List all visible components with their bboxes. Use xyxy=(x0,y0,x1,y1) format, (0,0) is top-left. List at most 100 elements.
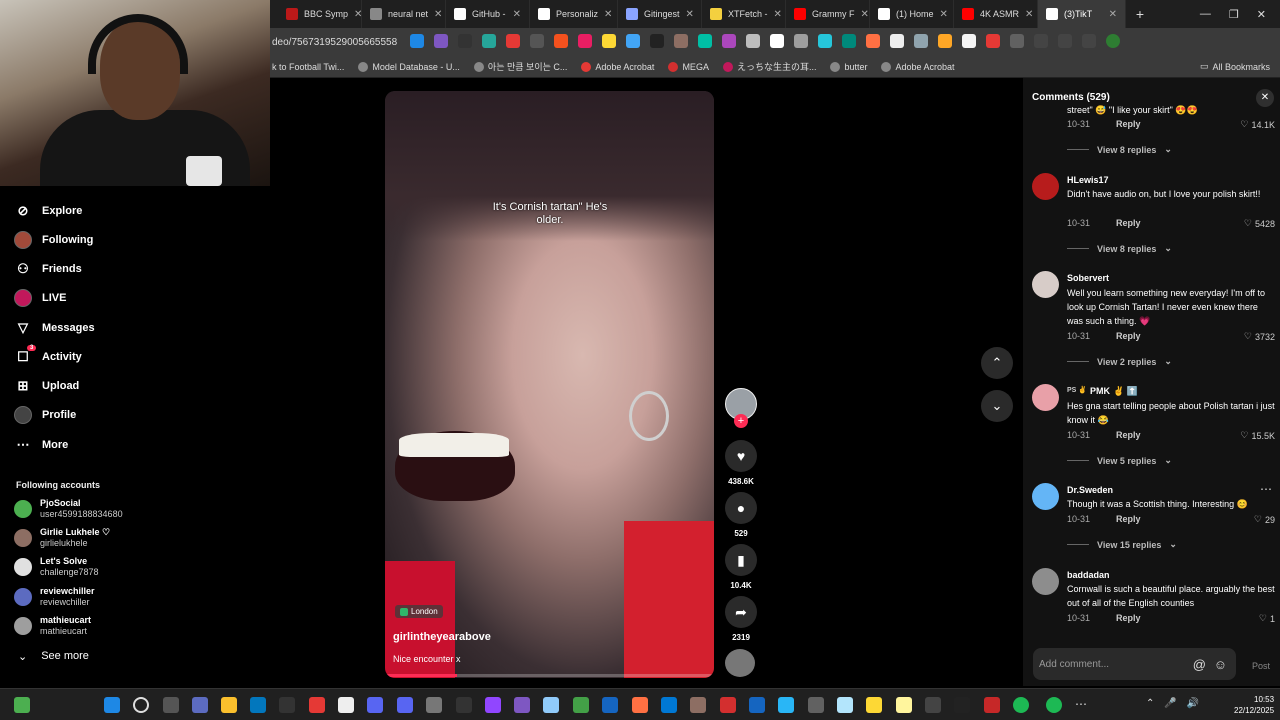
file-explorer-icon[interactable] xyxy=(221,697,237,713)
maximize-button[interactable]: ❐ xyxy=(1229,8,1239,21)
more-options-icon[interactable]: ⋯ xyxy=(1260,482,1272,496)
photoshop-icon[interactable] xyxy=(749,697,765,713)
task-view-icon[interactable] xyxy=(163,697,179,713)
next-video-button[interactable]: ⌄ xyxy=(981,390,1013,422)
reply-button[interactable]: Reply xyxy=(1116,331,1141,341)
view-replies-button[interactable]: View 2 replies ⌄ xyxy=(1067,356,1172,367)
comment-avatar[interactable] xyxy=(1032,384,1059,411)
close-tab-icon[interactable]: ✕ xyxy=(774,9,782,20)
reply-button[interactable]: Reply xyxy=(1116,119,1141,129)
bookmark[interactable]: Adobe Acrobat xyxy=(581,61,654,72)
extension-icon[interactable] xyxy=(962,34,976,48)
extension-icon[interactable] xyxy=(482,34,496,48)
extension-icon[interactable] xyxy=(410,34,424,48)
browser-tab[interactable]: (3)TikT ✕ xyxy=(1038,0,1126,28)
close-tab-icon[interactable]: ✕ xyxy=(604,9,612,20)
comment-avatar[interactable] xyxy=(1032,483,1059,510)
close-tab-icon[interactable]: ✕ xyxy=(434,9,442,20)
previous-video-button[interactable]: ⌃ xyxy=(981,347,1013,379)
nav-explore[interactable]: ⊘ Explore xyxy=(14,202,83,220)
comment-like-button[interactable]: ♡ 15.5K xyxy=(1240,430,1275,441)
reply-button[interactable]: Reply xyxy=(1116,218,1141,228)
nav-upload[interactable]: ⊞ Upload xyxy=(14,377,80,395)
browser-tab[interactable]: Grammy F ✕ xyxy=(786,0,870,28)
extension-icon[interactable] xyxy=(770,34,784,48)
star-icon[interactable] xyxy=(1034,34,1048,48)
chrome-icon[interactable] xyxy=(309,697,325,713)
app-icon[interactable] xyxy=(514,697,530,713)
extension-icon[interactable] xyxy=(698,34,712,48)
extension-icon[interactable] xyxy=(650,34,664,48)
close-tab-icon[interactable]: ✕ xyxy=(861,9,869,20)
minimize-button[interactable]: — xyxy=(1200,8,1211,21)
clock[interactable]: 10:53 22/12/2025 xyxy=(1234,694,1274,716)
app-icon[interactable] xyxy=(456,697,472,713)
new-tab-button[interactable]: + xyxy=(1126,6,1154,22)
music-disc[interactable] xyxy=(725,649,755,677)
app-icon[interactable] xyxy=(837,697,853,713)
teams-icon[interactable] xyxy=(192,697,208,713)
start-icon[interactable] xyxy=(104,697,120,713)
bookmark[interactable]: Model Database - U... xyxy=(358,61,460,72)
browser-tab[interactable]: BBC Symp ✕ xyxy=(278,0,362,28)
url-field[interactable]: deo/7567319529005665558 xyxy=(272,37,397,48)
media-icon[interactable] xyxy=(1082,34,1096,48)
comment-username[interactable]: baddadan xyxy=(1067,570,1110,580)
telegram-icon[interactable] xyxy=(778,697,794,713)
widgets-icon[interactable] xyxy=(14,697,30,713)
video-player[interactable]: It's Cornish tartan" He's older. London … xyxy=(385,91,714,678)
view-replies-button[interactable]: View 15 replies ⌄ xyxy=(1067,539,1177,550)
reply-button[interactable]: Reply xyxy=(1116,613,1141,623)
close-tab-icon[interactable]: ✕ xyxy=(1025,9,1033,20)
puzzle-icon[interactable] xyxy=(1010,34,1024,48)
view-replies-button[interactable]: View 8 replies ⌄ xyxy=(1067,144,1172,155)
volume-icon[interactable]: 🔊 xyxy=(1187,698,1199,709)
following-account[interactable]: Let's Solve challenge7878 xyxy=(14,556,99,578)
nav-following[interactable]: Following xyxy=(14,231,93,249)
app-icon[interactable] xyxy=(925,697,941,713)
notepad-icon[interactable] xyxy=(338,697,354,713)
app-icon[interactable] xyxy=(602,697,618,713)
like-button[interactable]: ♥ xyxy=(725,440,757,472)
extension-icon[interactable] xyxy=(602,34,616,48)
app-icon[interactable] xyxy=(279,697,295,713)
comment-like-button[interactable]: ♡ 1 xyxy=(1259,613,1275,624)
extension-icon[interactable] xyxy=(818,34,832,48)
comment-like-button[interactable]: ♡ 29 xyxy=(1254,514,1275,525)
extension-icon[interactable] xyxy=(578,34,592,48)
app-icon[interactable] xyxy=(573,697,589,713)
extension-icon[interactable] xyxy=(842,34,856,48)
comment-avatar[interactable] xyxy=(1032,173,1059,200)
bookmark[interactable]: 아는 만큼 보이는 C... xyxy=(473,60,567,73)
extension-icon[interactable] xyxy=(626,34,640,48)
extension-icon[interactable] xyxy=(506,34,520,48)
discord-icon[interactable] xyxy=(367,697,383,713)
more-icon[interactable]: ⋯ xyxy=(1075,697,1091,713)
close-tab-icon[interactable]: ✕ xyxy=(354,9,361,20)
profile-avatar[interactable] xyxy=(1106,34,1120,48)
extension-icon[interactable] xyxy=(866,34,880,48)
chevron-up-icon[interactable]: ⌃ xyxy=(1146,698,1154,709)
see-more-button[interactable]: ⌄ See more xyxy=(18,650,89,663)
mention-icon[interactable]: @ xyxy=(1193,657,1206,672)
comment-like-button[interactable]: ♡ 14.1K xyxy=(1240,119,1275,130)
extension-icon[interactable] xyxy=(794,34,808,48)
app-icon[interactable] xyxy=(866,697,882,713)
browser-tab[interactable]: neural net ✕ xyxy=(362,0,446,28)
nav-friends[interactable]: ⚇ Friends xyxy=(14,260,82,278)
extension-icon[interactable] xyxy=(914,34,928,48)
follow-plus-button[interactable]: + xyxy=(734,414,748,428)
reply-button[interactable]: Reply xyxy=(1116,430,1141,440)
all-bookmarks-button[interactable]: ▭ All Bookmarks xyxy=(1200,61,1270,72)
notes-icon[interactable] xyxy=(896,697,912,713)
nav-profile[interactable]: Profile xyxy=(14,406,76,424)
edge-icon[interactable] xyxy=(250,697,266,713)
following-account[interactable]: reviewchiller reviewchiller xyxy=(14,586,95,608)
extension-icon[interactable] xyxy=(674,34,688,48)
extension-icon[interactable] xyxy=(938,34,952,48)
app-icon[interactable] xyxy=(720,697,736,713)
bookmark[interactable]: えっちな生主の耳... xyxy=(722,60,816,73)
browser-tab[interactable]: 4K ASMR ✕ xyxy=(954,0,1038,28)
view-replies-button[interactable]: View 5 replies ⌄ xyxy=(1067,455,1172,466)
following-account[interactable]: mathieucart mathieucart xyxy=(14,615,91,637)
